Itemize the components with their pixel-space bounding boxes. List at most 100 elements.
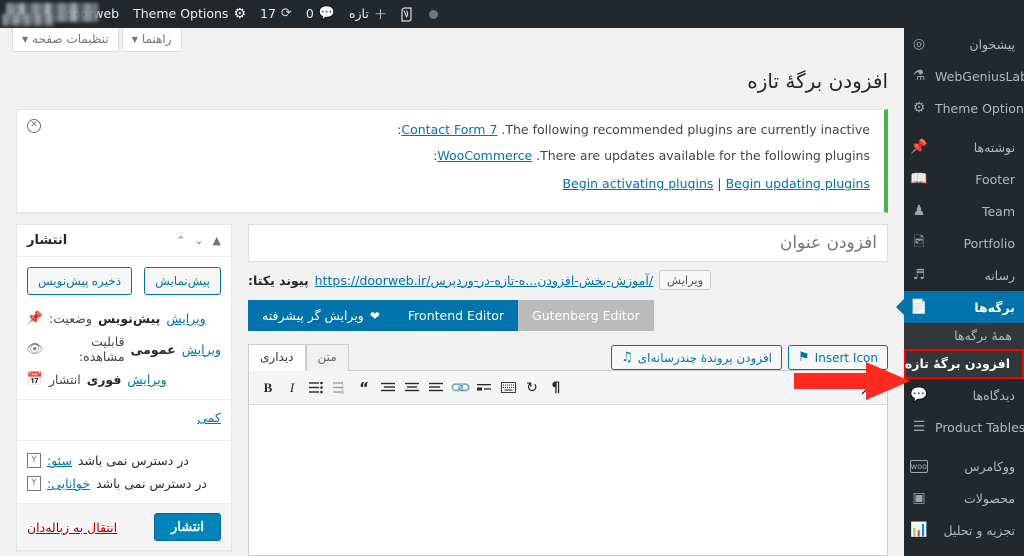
readability-label-link[interactable]: خوانایی:	[47, 476, 90, 491]
fullscreen-icon[interactable]	[857, 377, 879, 399]
screen-options-tab[interactable]: تنظیمات صفحه ▼	[12, 28, 119, 52]
sidebar-subitem-add-new-page[interactable]: افزودن برگهٔ تازه	[904, 349, 1024, 379]
ab-updates[interactable]: ⟳ 17	[253, 0, 299, 28]
editor-content-area[interactable]	[249, 405, 887, 555]
updates-count: 17	[260, 6, 276, 21]
visibility-edit-link[interactable]: ویرایش	[182, 342, 221, 357]
publish-box-handles: ▲ ⌄ ⌃	[176, 234, 221, 247]
numbered-list-icon[interactable]: 123	[329, 377, 351, 399]
toolbar-right-group: B I 123 “ 🔗 ↻ ¶	[257, 376, 567, 400]
ab-new-content[interactable]: + تازه	[342, 0, 394, 28]
bulleted-list-icon[interactable]	[305, 377, 327, 399]
sidebar-item-analytics[interactable]: 📊 تجزیه و تحلیل	[904, 514, 1024, 546]
readability-value: در دسترس نمی باشد	[96, 476, 207, 491]
align-left-icon[interactable]	[425, 377, 447, 399]
ab-comments[interactable]: 💬 0	[299, 0, 342, 28]
sidebar-item-label: Footer	[975, 171, 1015, 187]
woocommerce-link[interactable]: WooCommerce	[437, 148, 532, 163]
sidebar-item-woocommerce[interactable]: woo ووکامرس	[904, 450, 1024, 482]
tab-visual-editor[interactable]: دیداری	[248, 344, 306, 371]
align-right-icon[interactable]	[377, 377, 399, 399]
move-to-trash-link[interactable]: انتقال به زباله‌دان	[27, 520, 117, 535]
status-edit-link[interactable]: ویرایش	[166, 311, 205, 326]
permalink-edit-button[interactable]: ویرایش	[659, 270, 712, 290]
italic-icon[interactable]: I	[281, 377, 303, 399]
sidebar-item-pages[interactable]: 📄 برگه‌ها	[904, 291, 1024, 323]
close-icon[interactable]: ✕	[27, 119, 41, 133]
begin-activating-plugins-link[interactable]: Begin activating plugins	[562, 176, 713, 191]
sidebar-item-team[interactable]: ♟ Team	[904, 195, 1024, 227]
tab-gutenberg-editor-label: Gutenberg Editor	[532, 308, 640, 323]
book-icon: 📖	[910, 171, 928, 187]
sidebar-item-footer[interactable]: 📖 Footer	[904, 163, 1024, 195]
less-options-link[interactable]: کمی	[197, 410, 221, 425]
sidebar-item-webgeniuslab[interactable]: ⚗ WebGeniusLab	[904, 60, 1024, 92]
bold-icon[interactable]: B	[257, 377, 279, 399]
updates-icon: ⟳	[280, 6, 292, 21]
tab-frontend-editor[interactable]: Frontend Editor	[393, 300, 519, 331]
sidebar-subitem-all-pages[interactable]: همهٔ برگه‌ها	[904, 323, 1024, 349]
collapse-toggle-icon[interactable]: ⌃	[176, 234, 185, 247]
read-more-icon[interactable]	[473, 377, 495, 399]
seo-label-link[interactable]: سئو:	[47, 453, 72, 468]
comment-icon: 💬	[318, 6, 335, 21]
align-center-icon[interactable]	[401, 377, 423, 399]
admin-sidebar-menu: ◎ پیشخوان ⚗ WebGeniusLab ⚙ Theme Options…	[904, 28, 1024, 556]
tab-gutenberg-editor[interactable]: Gutenberg Editor	[518, 300, 654, 331]
tab-text-editor[interactable]: متن	[305, 344, 349, 371]
save-draft-button[interactable]: ذخیره پیش‌نویس	[27, 267, 133, 295]
tab-advanced-editor[interactable]: ❤ ویرایش گر پیشرفته	[248, 300, 394, 331]
yoast-icon	[401, 6, 412, 22]
editor-toolbar: B I 123 “ 🔗 ↻ ¶	[249, 371, 887, 405]
status-row: 📌 وضعیت: پیش‌نویس ویرایش	[27, 307, 221, 330]
screen-options-label: تنظیمات صفحه	[32, 32, 109, 46]
sidebar-item-theme-options[interactable]: ⚙ Theme Options	[904, 92, 1024, 124]
ab-theme-options[interactable]: ⚙ Theme Options	[126, 0, 253, 28]
users-icon: ♟	[912, 203, 926, 219]
sidebar-item-products[interactable]: ▣ محصولات	[904, 482, 1024, 514]
ab-yoast[interactable]	[394, 0, 422, 28]
sidebar-item-label: دیدگاه‌ها	[972, 387, 1015, 403]
dot-icon	[429, 9, 439, 19]
editor-mode-tabs: دیداری متن	[248, 343, 349, 371]
publish-date-label: انتشار	[49, 372, 81, 387]
sidebar-item-portfolio[interactable]: 🖻 Portfolio	[904, 227, 1024, 259]
sidebar-item-product-tables[interactable]: ☰ Product Tables	[904, 411, 1024, 443]
sidebar-item-comments[interactable]: 💬 دیدگاه‌ها	[904, 379, 1024, 411]
begin-updating-plugins-link[interactable]: Begin updating plugins	[726, 176, 870, 191]
post-title-input[interactable]	[248, 224, 888, 262]
publish-date-value: فوری	[86, 372, 122, 387]
notice-line-updates: WooCommerce .There are updates available…	[29, 146, 870, 166]
add-media-label: افزودن پروندهٔ چندرسانه‌ای	[637, 350, 773, 365]
post-main-column: پیوند یکتا: https://doorweb.ir/آموزش-بخش…	[248, 224, 888, 556]
sidebar-item-posts[interactable]: 📌 نوشته‌ها	[904, 131, 1024, 163]
contact-form-7-link[interactable]: Contact Form 7	[401, 122, 497, 137]
publish-date-edit-link[interactable]: ویرایش	[127, 372, 166, 387]
help-tab[interactable]: راهنما ▼	[121, 28, 182, 52]
sidebar-submenu-pages: همهٔ برگه‌ها افزودن برگهٔ تازه	[904, 323, 1024, 379]
sidebar-item-media[interactable]: ♬ رسانه	[904, 259, 1024, 291]
content-editor: دیداری متن ♫ افزودن پروندهٔ چندرسانه‌ای …	[248, 341, 888, 556]
sidebar-item-label: Product Tables	[935, 419, 1024, 435]
publish-button[interactable]: انتشار	[154, 513, 221, 541]
sidebar-item-label: Theme Options	[935, 100, 1024, 116]
permalink-url[interactable]: https://doorweb.ir/آموزش-بخش-افزودن...ه-…	[315, 273, 653, 288]
undo-icon[interactable]: ↻	[521, 377, 543, 399]
keyboard-icon[interactable]	[497, 377, 519, 399]
add-media-button[interactable]: ♫ افزودن پروندهٔ چندرسانه‌ای	[611, 345, 783, 370]
order-down-icon[interactable]: ⌄	[194, 234, 203, 247]
link-icon[interactable]: 🔗	[444, 372, 475, 403]
sidebar-item-dashboard[interactable]: ◎ پیشخوان	[904, 28, 1024, 60]
blockquote-icon[interactable]: “	[353, 377, 375, 399]
chevron-down-icon: ▼	[22, 34, 29, 44]
insert-icon-button[interactable]: ⚑ Insert Icon	[788, 345, 888, 370]
publish-box-title: انتشار	[27, 233, 68, 248]
preview-button[interactable]: پیش‌نمایش	[144, 267, 221, 295]
rtl-icon[interactable]: ¶	[545, 377, 567, 399]
toolbar-left-group	[857, 377, 879, 399]
publish-box: ▲ ⌄ ⌃ انتشار پیش‌نمایش ذخیره پیش‌نویس 📌 …	[16, 224, 232, 551]
order-up-icon[interactable]: ▲	[213, 234, 221, 247]
gear-icon: ⚙	[233, 6, 246, 22]
publish-box-body: پیش‌نمایش ذخیره پیش‌نویس 📌 وضعیت: پیش‌نو…	[17, 257, 231, 550]
flag-icon: ⚑	[798, 350, 810, 365]
